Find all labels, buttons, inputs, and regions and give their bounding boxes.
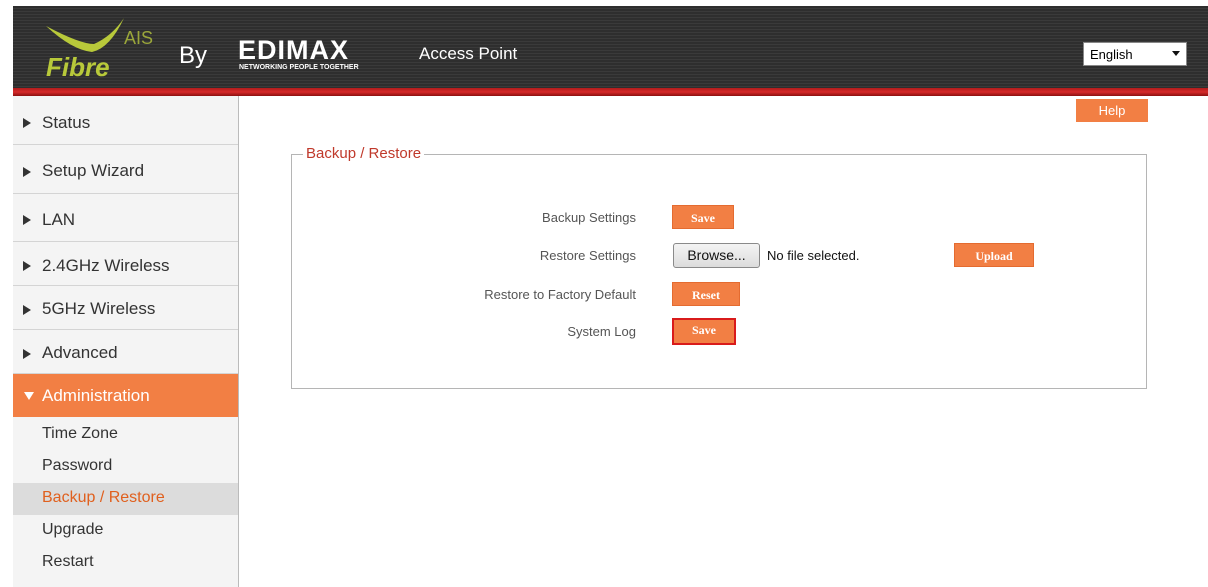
sidebar-item-5ghz-wireless[interactable]: 5GHz Wireless (13, 286, 238, 330)
backup-settings-label: Backup Settings (542, 210, 636, 225)
edimax-logo: EDIMAX NETWORKING PEOPLE TOGETHER (238, 36, 396, 76)
sidebar-item-label: Administration (42, 386, 150, 405)
sidebar-item-24ghz-wireless[interactable]: 2.4GHz Wireless (13, 242, 238, 286)
sidebar: Status Setup Wizard LAN 2.4GHz Wireless … (13, 96, 239, 587)
factory-default-label: Restore to Factory Default (484, 287, 636, 302)
sidebar-item-advanced[interactable]: Advanced (13, 330, 238, 374)
backup-save-button[interactable]: Save (672, 205, 734, 229)
browse-file-button[interactable]: Browse... (673, 243, 760, 268)
language-select[interactable]: English (1083, 42, 1187, 66)
file-status-text: No file selected. (767, 248, 860, 263)
brand-bottom: Fibre (46, 52, 110, 82)
product-title: Access Point (419, 44, 518, 63)
section-title: Backup / Restore (303, 145, 425, 162)
triangle-right-icon (23, 215, 31, 225)
sidebar-item-label: Advanced (42, 343, 118, 362)
sidebar-subitem-label: Time Zone (42, 425, 118, 442)
sidebar-subitem-password[interactable]: Password (13, 451, 238, 483)
sidebar-item-status[interactable]: Status (13, 96, 238, 145)
sidebar-item-label: LAN (42, 210, 76, 229)
page: AIS Fibre By EDIMAX NETWORKING PEOPLE TO… (0, 0, 1208, 587)
sidebar-subitem-label: Restart (42, 553, 94, 570)
sidebar-item-setup-wizard[interactable]: Setup Wizard (13, 145, 238, 194)
triangle-right-icon (23, 167, 31, 177)
sidebar-subitem-restart[interactable]: Restart (13, 547, 238, 579)
sidebar-item-label: Setup Wizard (42, 161, 145, 180)
upload-button[interactable]: Upload (954, 243, 1034, 267)
sidebar-item-lan[interactable]: LAN (13, 194, 238, 242)
triangle-right-icon (23, 305, 31, 315)
system-log-save-button[interactable]: Save (672, 318, 736, 345)
chevron-down-icon (1172, 51, 1180, 56)
ais-fibre-logo: AIS Fibre (32, 14, 162, 84)
header-accent-stripe (13, 88, 1208, 96)
system-log-label: System Log (567, 324, 636, 339)
edimax-tagline: NETWORKING PEOPLE TOGETHER (239, 64, 359, 71)
language-value: English (1090, 47, 1133, 62)
sidebar-item-label: Status (42, 113, 91, 132)
brand-top: AIS (124, 28, 153, 48)
triangle-right-icon (23, 118, 31, 128)
sidebar-subitem-label: Backup / Restore (42, 489, 165, 506)
triangle-down-icon (24, 392, 34, 400)
backup-restore-panel (291, 154, 1147, 389)
restore-settings-label: Restore Settings (539, 248, 636, 263)
help-button[interactable]: Help (1076, 99, 1148, 122)
sidebar-item-administration[interactable]: Administration (13, 374, 238, 417)
triangle-right-icon (23, 261, 31, 271)
sidebar-subitem-time-zone[interactable]: Time Zone (13, 419, 238, 451)
sidebar-item-label: 5GHz Wireless (42, 299, 156, 318)
by-label: By (179, 42, 208, 69)
factory-reset-button[interactable]: Reset (672, 282, 740, 306)
triangle-right-icon (23, 349, 31, 359)
sidebar-subitem-upgrade[interactable]: Upgrade (13, 515, 238, 547)
sidebar-subitem-backup-restore[interactable]: Backup / Restore (13, 483, 238, 515)
sidebar-item-label: 2.4GHz Wireless (42, 256, 170, 275)
sidebar-subitem-label: Upgrade (42, 521, 104, 538)
edimax-name: EDIMAX (238, 35, 350, 65)
sidebar-subitem-label: Password (42, 457, 113, 474)
